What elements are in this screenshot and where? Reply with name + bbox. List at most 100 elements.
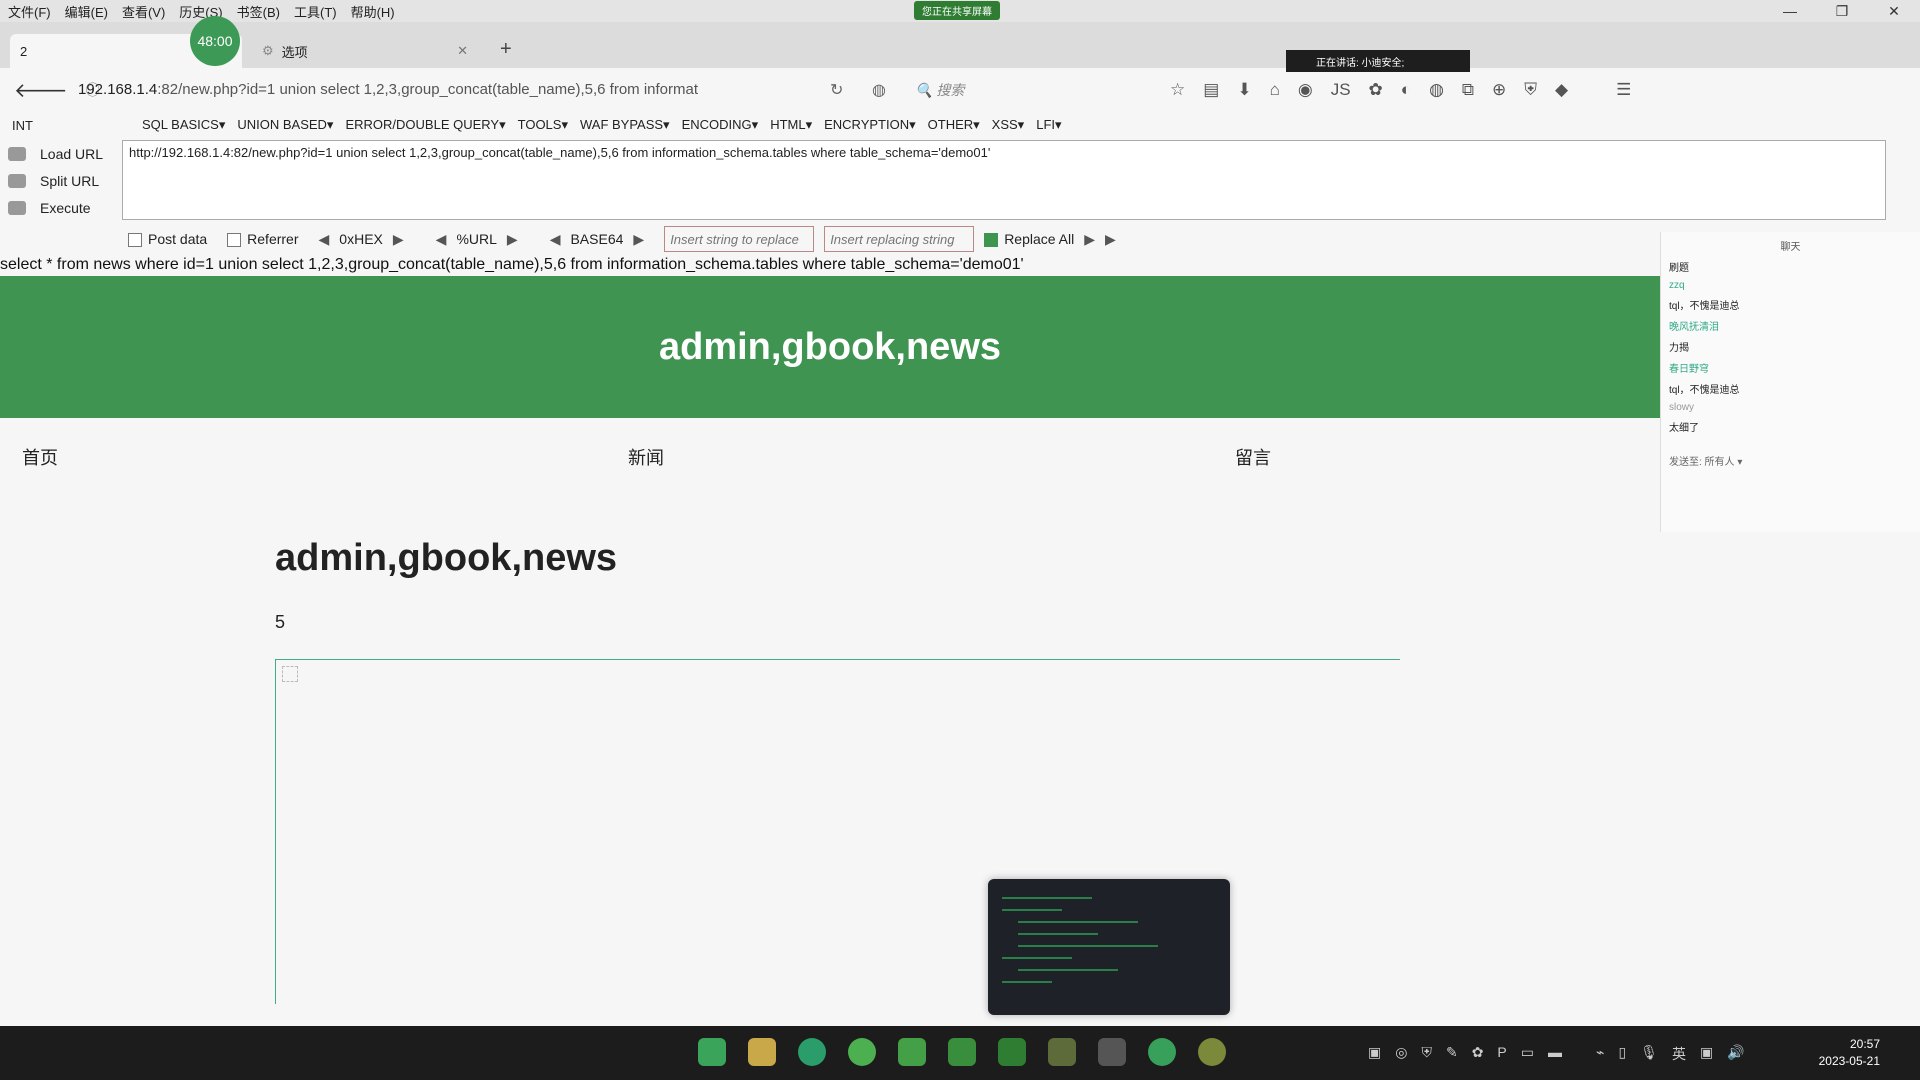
new-tab-button[interactable]: + xyxy=(500,38,512,61)
zoom-icon[interactable]: ⊕ xyxy=(1492,80,1506,100)
hackbar-menu-item[interactable]: TOOLS▾ xyxy=(518,117,568,133)
send-to-select[interactable]: 发送至: 所有人 ▾ xyxy=(1669,453,1742,468)
hackbar-options: Post data Referrer ◀ 0xHEX ▶ ◀ %URL ▶ ◀ … xyxy=(128,226,1116,252)
close-tab-icon[interactable]: ✕ xyxy=(457,43,468,59)
hackbar-menu-item[interactable]: ENCODING▾ xyxy=(682,117,759,133)
tray-network-icon[interactable]: ⌁ xyxy=(1596,1044,1604,1064)
base64-decode-arrow[interactable]: ◀ xyxy=(550,231,561,248)
palette-icon[interactable]: ◐ xyxy=(1401,80,1411,100)
p-app-icon[interactable] xyxy=(998,1038,1026,1066)
hackbar-menu-item[interactable]: HTML▾ xyxy=(770,117,812,133)
toolbar-icons: ☆ ▤ ⬇ ⌂ ◉ JS ✿ ◐ ◍ ⧉ ⊕ ⛨ ◆ ☰ xyxy=(1170,80,1631,100)
replace-string-input[interactable] xyxy=(664,226,815,252)
split-url-label: Split URL xyxy=(40,172,100,189)
extension-icon[interactable]: ✿ xyxy=(1369,80,1383,100)
url-decode-arrow[interactable]: ◀ xyxy=(436,231,447,248)
url-encode-arrow[interactable]: ▶ xyxy=(507,231,518,248)
menu-item[interactable]: 查看(V) xyxy=(122,2,165,21)
restore-icon[interactable]: ❐ xyxy=(1816,0,1868,22)
back-arrow-icon[interactable]: 🡐 xyxy=(14,78,68,103)
shield-icon[interactable]: ⛨ xyxy=(1524,80,1537,100)
tray-settings-icon[interactable]: ✿ xyxy=(1472,1044,1484,1064)
tray-p-icon[interactable]: P xyxy=(1497,1044,1506,1064)
hackbar-actions: Load URL Split URL Execute xyxy=(8,140,103,221)
clock-date: 2023-05-21 xyxy=(1818,1054,1880,1068)
load-url-button[interactable]: Load URL xyxy=(8,140,103,167)
reading-list-icon[interactable]: ▤ xyxy=(1203,80,1219,100)
js-icon[interactable]: JS xyxy=(1331,80,1351,100)
hex-decode-arrow[interactable]: ◀ xyxy=(319,231,330,248)
tray-screen-icon[interactable]: ▣ xyxy=(1700,1044,1713,1064)
tab-label: 选项 xyxy=(281,44,308,60)
download-icon[interactable]: ⬇ xyxy=(1237,80,1251,100)
search-input[interactable]: 🔍 搜索 xyxy=(915,80,964,100)
tray-shield-icon[interactable]: ⛨ xyxy=(1421,1044,1432,1064)
clock[interactable]: 20:57 2023-05-21 xyxy=(1819,1036,1880,1070)
menu-icon[interactable]: ☰ xyxy=(1616,80,1631,100)
tab-options[interactable]: ⚙ 选项 ✕ xyxy=(252,34,478,68)
chat-message: 晚风抚清泪 xyxy=(1669,322,1719,333)
volume-icon[interactable]: 🔊 xyxy=(1727,1044,1744,1064)
tray-camera-icon[interactable]: ◎ xyxy=(1395,1044,1407,1064)
tray-display-icon[interactable]: ▬ xyxy=(1548,1044,1562,1064)
hackbar-menu-item[interactable]: SQL BASICS▾ xyxy=(142,117,225,133)
tray-mic-icon[interactable]: 🎙 xyxy=(1640,1044,1658,1064)
close-icon[interactable]: ✕ xyxy=(1868,0,1920,22)
split-url-button[interactable]: Split URL xyxy=(8,167,103,194)
app-icon[interactable] xyxy=(898,1038,926,1066)
cube-icon[interactable]: ◆ xyxy=(1555,80,1568,100)
world-icon[interactable]: ◍ xyxy=(1429,80,1444,100)
minimize-icon[interactable]: — xyxy=(1764,0,1816,22)
menu-item[interactable]: 文件(F) xyxy=(8,2,51,21)
menu-item[interactable]: 编辑(E) xyxy=(65,2,108,21)
nav-guestbook-link[interactable]: 留言 xyxy=(1235,444,1271,470)
chrome-icon[interactable] xyxy=(848,1038,876,1066)
star-icon[interactable]: ☆ xyxy=(1170,80,1185,100)
hackbar-menu-item[interactable]: ERROR/DOUBLE QUERY▾ xyxy=(345,117,505,133)
replacing-string-input[interactable] xyxy=(824,226,975,252)
hackbar-type-select[interactable]: INT xyxy=(12,118,102,133)
screenshot-icon[interactable]: ⧉ xyxy=(1462,80,1474,100)
tray-battery-icon[interactable]: ▯ xyxy=(1618,1044,1626,1064)
chat-title: 聊天 xyxy=(1780,242,1801,253)
start-icon[interactable] xyxy=(698,1038,726,1066)
tray-monitor-icon[interactable]: ▭ xyxy=(1521,1044,1534,1064)
file-explorer-icon[interactable] xyxy=(748,1038,776,1066)
firefox-icon[interactable] xyxy=(1198,1038,1226,1066)
address-bar[interactable]: 192.168.1.4:82/new.php?id=1 union select… xyxy=(78,81,768,98)
tray-app-icon[interactable]: ▣ xyxy=(1368,1044,1381,1064)
home-icon[interactable]: ⌂ xyxy=(1270,80,1280,100)
chat-message: zzq xyxy=(1669,280,1685,291)
globe-icon[interactable]: ◍ xyxy=(872,80,886,100)
hackbar-menu-item[interactable]: LFI▾ xyxy=(1036,117,1061,133)
phpstorm-icon[interactable] xyxy=(1098,1038,1126,1066)
base64-encode-arrow[interactable]: ▶ xyxy=(633,231,644,248)
edge-icon[interactable] xyxy=(798,1038,826,1066)
nav-news-link[interactable]: 新闻 xyxy=(628,444,664,470)
replace-arrow[interactable]: ▶ xyxy=(1084,231,1095,248)
hackbar-menu-item[interactable]: OTHER▾ xyxy=(928,117,980,133)
hackbar-url-textarea[interactable]: http://192.168.1.4:82/new.php?id=1 union… xyxy=(122,140,1886,220)
wechat-icon[interactable] xyxy=(1148,1038,1176,1066)
meeting-icon[interactable] xyxy=(948,1038,976,1066)
replace-arrow-2[interactable]: ▶ xyxy=(1105,231,1116,248)
referrer-checkbox[interactable]: Referrer xyxy=(227,231,299,248)
hackbar-menu-item[interactable]: UNION BASED▾ xyxy=(237,117,333,133)
menu-item[interactable]: 工具(T) xyxy=(294,2,337,21)
addon-icon[interactable]: ◉ xyxy=(1298,80,1313,100)
tray-clip-icon[interactable]: ✎ xyxy=(1446,1044,1458,1064)
nav-home-link[interactable]: 首页 xyxy=(22,444,58,470)
menu-item[interactable]: 帮助(H) xyxy=(351,2,395,21)
hackbar-menu-item[interactable]: ENCRYPTION▾ xyxy=(824,117,916,133)
hackbar-menu-item[interactable]: WAF BYPASS▾ xyxy=(580,117,670,133)
window-preview-thumbnail[interactable] xyxy=(988,879,1230,1015)
hex-encode-arrow[interactable]: ▶ xyxy=(393,231,404,248)
post-data-checkbox[interactable]: Post data xyxy=(128,231,207,248)
sublime-icon[interactable] xyxy=(1048,1038,1076,1066)
ime-language[interactable]: 英 xyxy=(1672,1044,1686,1064)
replace-all-button[interactable]: Replace All xyxy=(984,231,1074,248)
execute-button[interactable]: Execute xyxy=(8,194,103,221)
menu-item[interactable]: 书签(B) xyxy=(237,2,280,21)
hackbar-menu-item[interactable]: XSS▾ xyxy=(992,117,1025,133)
reload-icon[interactable]: ↻ xyxy=(830,80,843,100)
